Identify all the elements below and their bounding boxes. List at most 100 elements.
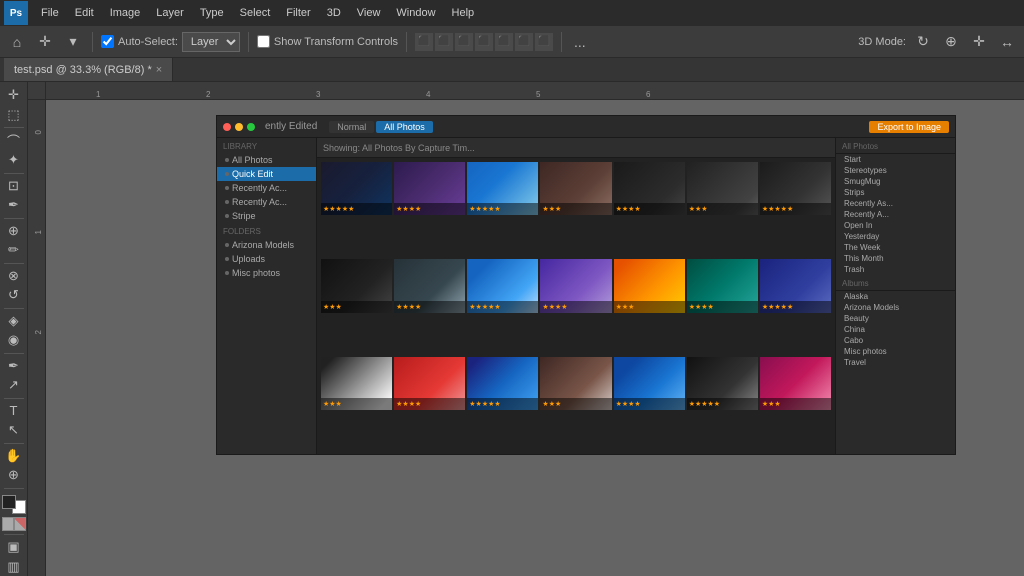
- menu-3d[interactable]: 3D: [320, 5, 348, 21]
- screen-mode-btn[interactable]: ▣: [2, 538, 26, 557]
- menu-window[interactable]: Window: [389, 5, 442, 21]
- tab-all-photos[interactable]: All Photos: [376, 121, 433, 133]
- menu-type[interactable]: Type: [193, 5, 231, 21]
- tool-eyedropper[interactable]: ✒: [2, 196, 26, 215]
- tool-brush[interactable]: ✏: [2, 241, 26, 260]
- right-item-this-month[interactable]: This Month: [836, 253, 955, 264]
- menu-select[interactable]: Select: [233, 5, 278, 21]
- left-nav-recently-ac2[interactable]: Recently Ac...: [217, 195, 316, 209]
- left-nav-recently-ac1[interactable]: Recently Ac...: [217, 181, 316, 195]
- tool-crop[interactable]: ⊡: [2, 176, 26, 195]
- tool-clone[interactable]: ⊗: [2, 266, 26, 285]
- document-tab[interactable]: test.psd @ 33.3% (RGB/8) * ×: [4, 58, 173, 81]
- align-left-btn[interactable]: ⬛: [415, 33, 433, 51]
- show-transform-checkbox[interactable]: [257, 35, 270, 48]
- thumb-13[interactable]: ★★★★: [687, 259, 758, 312]
- 3d-rotate-icon[interactable]: ↻: [912, 31, 934, 53]
- right-item-recently-a[interactable]: Recently A...: [836, 209, 955, 220]
- tool-path[interactable]: ↗: [2, 376, 26, 395]
- left-nav-all-photos[interactable]: All Photos: [217, 153, 316, 167]
- thumb-10[interactable]: ★★★★★: [467, 259, 538, 312]
- layer-dropdown[interactable]: Layer: [182, 32, 240, 52]
- 3d-zoom-icon[interactable]: ⊕: [940, 31, 962, 53]
- move-icon[interactable]: ✛: [34, 31, 56, 53]
- align-right-btn[interactable]: ⬛: [455, 33, 473, 51]
- menu-image[interactable]: Image: [103, 5, 148, 21]
- tool-lasso[interactable]: ⌒: [2, 131, 26, 150]
- thumb-9[interactable]: ★★★★: [394, 259, 465, 312]
- screen-mode-2-btn[interactable]: ▥: [2, 557, 26, 576]
- tool-direct-select[interactable]: ↖: [2, 421, 26, 440]
- menu-layer[interactable]: Layer: [149, 5, 191, 21]
- align-mid-btn[interactable]: ⬛: [495, 33, 513, 51]
- thumb-11[interactable]: ★★★★: [540, 259, 611, 312]
- menu-help[interactable]: Help: [445, 5, 482, 21]
- thumb-3[interactable]: ★★★★★: [467, 162, 538, 215]
- tool-zoom[interactable]: ⊕: [2, 466, 26, 485]
- export-btn[interactable]: Export to Image: [869, 121, 949, 133]
- tool-move[interactable]: ✛: [2, 86, 26, 105]
- home-icon[interactable]: ⌂: [6, 31, 28, 53]
- right-item-yesterday[interactable]: Yesterday: [836, 231, 955, 242]
- thumb-2[interactable]: ★★★★: [394, 162, 465, 215]
- thumb-4[interactable]: ★★★: [540, 162, 611, 215]
- align-bottom-btn[interactable]: ⬛: [515, 33, 533, 51]
- left-nav-arizona[interactable]: Arizona Models: [217, 238, 316, 252]
- tab-close-btn[interactable]: ×: [156, 64, 162, 76]
- color-swatches[interactable]: [2, 495, 26, 514]
- right-item-travel[interactable]: Travel: [836, 357, 955, 368]
- tool-marquee[interactable]: ⬚: [2, 106, 26, 125]
- right-item-misc-photos[interactable]: Misc photos: [836, 346, 955, 357]
- thumb-6[interactable]: ★★★: [687, 162, 758, 215]
- left-nav-stripe[interactable]: Stripe: [217, 209, 316, 223]
- right-item-alaska[interactable]: Alaska: [836, 291, 955, 302]
- right-item-open-in[interactable]: Open In: [836, 220, 955, 231]
- menu-edit[interactable]: Edit: [68, 5, 101, 21]
- thumb-8[interactable]: ★★★: [321, 259, 392, 312]
- left-nav-uploads[interactable]: Uploads: [217, 252, 316, 266]
- tool-quick-select[interactable]: ✦: [2, 151, 26, 170]
- quick-mask-toggle[interactable]: [2, 517, 26, 531]
- right-item-the-week[interactable]: The Week: [836, 242, 955, 253]
- tool-history[interactable]: ↺: [2, 286, 26, 305]
- thumb-14[interactable]: ★★★★★: [760, 259, 831, 312]
- left-nav-misc[interactable]: Misc photos: [217, 266, 316, 280]
- foreground-color-swatch[interactable]: [2, 495, 16, 509]
- thumb-18[interactable]: ★★★: [540, 357, 611, 410]
- right-item-cabo[interactable]: Cabo: [836, 335, 955, 346]
- maximize-dot[interactable]: [247, 123, 255, 131]
- 3d-pan-icon[interactable]: ✛: [968, 31, 990, 53]
- right-item-beauty[interactable]: Beauty: [836, 313, 955, 324]
- left-nav-quick-edit[interactable]: Quick Edit: [217, 167, 316, 181]
- thumb-5[interactable]: ★★★★: [614, 162, 685, 215]
- tool-spot-heal[interactable]: ⊕: [2, 221, 26, 240]
- thumb-1[interactable]: ★★★★★: [321, 162, 392, 215]
- right-item-start[interactable]: Start: [836, 154, 955, 165]
- move-dropdown[interactable]: ▾: [62, 31, 84, 53]
- thumb-7[interactable]: ★★★★★: [760, 162, 831, 215]
- right-item-stereotypes[interactable]: Stereotypes: [836, 165, 955, 176]
- align-center-btn[interactable]: ⬛: [435, 33, 453, 51]
- distribute-btn[interactable]: ⬛: [535, 33, 553, 51]
- auto-select-checkbox[interactable]: [101, 35, 114, 48]
- tool-type[interactable]: T: [2, 401, 26, 420]
- thumb-16[interactable]: ★★★★: [394, 357, 465, 410]
- thumb-20[interactable]: ★★★★★: [687, 357, 758, 410]
- right-item-smugmug[interactable]: SmugMug: [836, 176, 955, 187]
- 3d-slide-icon[interactable]: ↔: [996, 31, 1018, 53]
- menu-view[interactable]: View: [350, 5, 388, 21]
- thumb-17[interactable]: ★★★★★: [467, 357, 538, 410]
- right-item-strips[interactable]: Strips: [836, 187, 955, 198]
- thumb-15[interactable]: ★★★: [321, 357, 392, 410]
- right-item-arizona-models[interactable]: Arizona Models: [836, 302, 955, 313]
- align-top-btn[interactable]: ⬛: [475, 33, 493, 51]
- thumb-12[interactable]: ★★★: [614, 259, 685, 312]
- tool-dodge[interactable]: ◉: [2, 331, 26, 350]
- right-item-trash[interactable]: Trash: [836, 264, 955, 275]
- right-item-recently-as[interactable]: Recently As...: [836, 198, 955, 209]
- tool-hand[interactable]: ✋: [2, 446, 26, 465]
- tab-normal[interactable]: Normal: [329, 121, 374, 133]
- menu-filter[interactable]: Filter: [279, 5, 317, 21]
- right-item-china[interactable]: China: [836, 324, 955, 335]
- thumb-19[interactable]: ★★★★: [614, 357, 685, 410]
